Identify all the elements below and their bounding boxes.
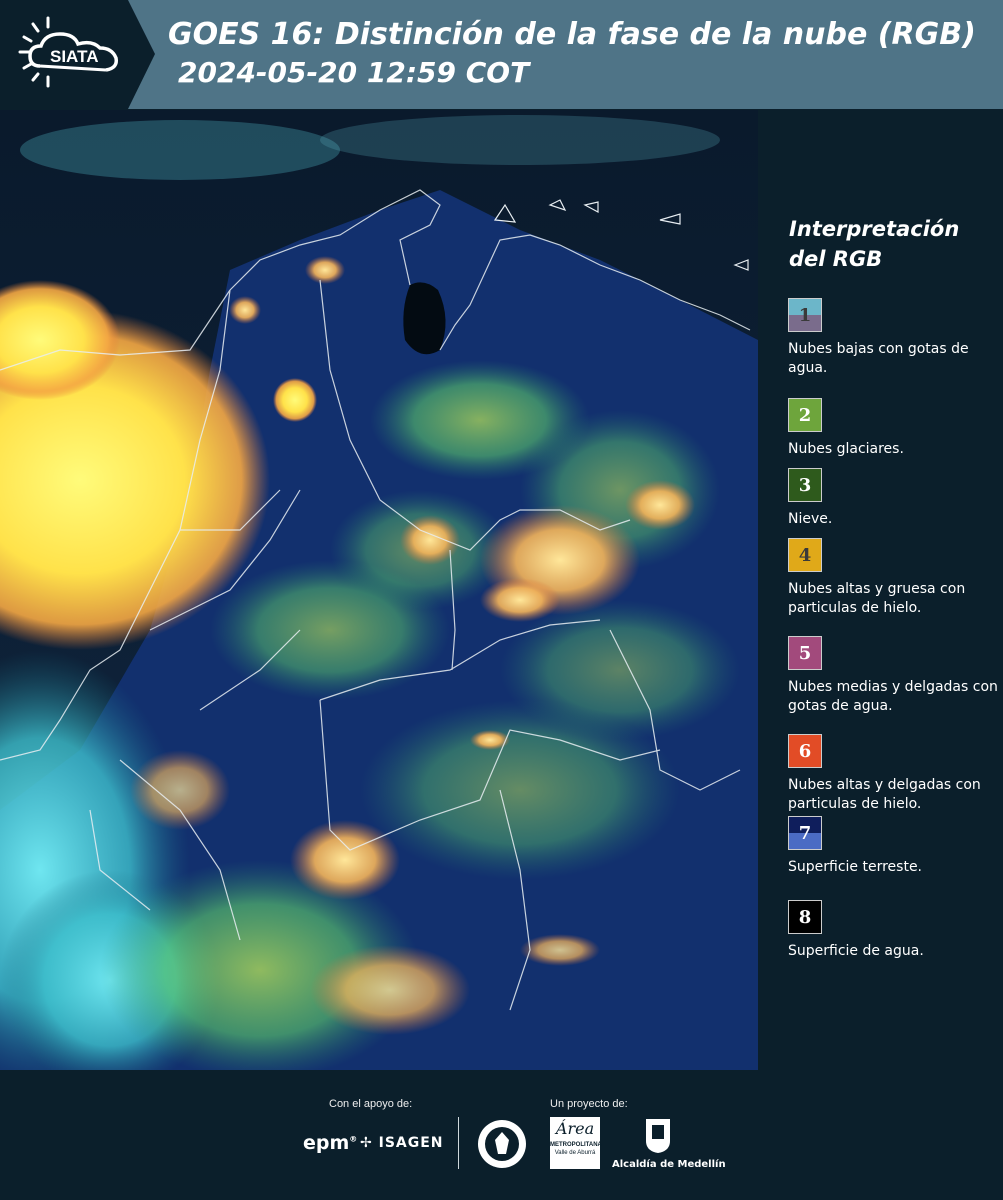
- legend-panel: Interpretación del RGB 1 Nubes bajas con …: [762, 110, 1003, 1070]
- legend-number: 4: [798, 545, 812, 566]
- legend-description: Nubes glaciares.: [788, 441, 904, 457]
- legend-description: Nubes bajas con gotas de agua.: [788, 341, 969, 376]
- legend-number: 7: [798, 823, 812, 844]
- legend-item: 3 Nieve.: [788, 468, 998, 529]
- legend-item: 2 Nubes glaciares.: [788, 398, 998, 459]
- epm-logo: epm®: [303, 1132, 358, 1154]
- siata-logo: SIATA: [0, 0, 155, 109]
- legend-swatch: 6: [788, 734, 822, 768]
- area-metropolitana-logo: Área METROPOLITANA Valle de Aburrá: [550, 1117, 602, 1169]
- legend-swatch: 8: [788, 900, 822, 934]
- footer: Con el apoyo de: Un proyecto de: epm® ✢ …: [0, 1070, 1003, 1200]
- legend-swatch: 7: [788, 816, 822, 850]
- legend-item: 4 Nubes altas y gruesa con particulas de …: [788, 538, 998, 618]
- legend-description: Superficie terreste.: [788, 859, 923, 875]
- timestamp: 2024-05-20 12:59 COT: [178, 56, 530, 89]
- legend-item: 8 Superficie de agua.: [788, 900, 998, 961]
- legend-description: Nubes altas y gruesa con particulas de h…: [788, 581, 966, 616]
- legend-number: 3: [798, 475, 812, 496]
- legend-swatch: 1: [788, 298, 822, 332]
- support-label: Con el apoyo de:: [329, 1098, 413, 1110]
- satellite-image: [0, 110, 758, 1070]
- legend-description: Nieve.: [788, 511, 833, 527]
- legend-description: Superficie de agua.: [788, 943, 924, 959]
- legend-number: 2: [798, 405, 812, 426]
- legend-description: Nubes altas y delgadas con particulas de…: [788, 777, 981, 812]
- legend-title: Interpretación del RGB: [789, 217, 960, 271]
- isagen-logo: ✢ ISAGEN: [360, 1135, 444, 1151]
- legend-swatch: 3: [788, 468, 822, 502]
- footer-divider: [458, 1117, 459, 1169]
- isagen-mark-icon: ✢: [360, 1135, 373, 1151]
- legend-description: Nubes medias y delgadas con gotas de agu…: [788, 679, 998, 714]
- legend-item: 6 Nubes altas y delgadas con particulas d…: [788, 734, 998, 814]
- alcaldia-shield-icon: [643, 1117, 673, 1160]
- legend-swatch: 4: [788, 538, 822, 572]
- header-bar: SIATA GOES 16: Distinción de la fase de …: [0, 0, 1003, 109]
- legend-item: 5 Nubes medias y delgadas con gotas de ag…: [788, 636, 998, 716]
- legend-swatch: 2: [788, 398, 822, 432]
- legend-item: 7 Superficie terreste.: [788, 816, 998, 877]
- medellin-seal-icon: [476, 1118, 528, 1175]
- alcaldia-logo-text: Alcaldía de Medellín: [612, 1159, 726, 1170]
- page-title: GOES 16: Distinción de la fase de la nub…: [168, 17, 976, 52]
- project-label: Un proyecto de:: [550, 1098, 628, 1110]
- legend-number: 8: [798, 907, 812, 928]
- legend-number: 1: [798, 305, 812, 326]
- legend-number: 5: [798, 643, 812, 664]
- siata-logo-text: SIATA: [50, 47, 98, 66]
- legend-item: 1 Nubes bajas con gotas de agua.: [788, 298, 998, 378]
- legend-number: 6: [798, 741, 812, 762]
- legend-swatch: 5: [788, 636, 822, 670]
